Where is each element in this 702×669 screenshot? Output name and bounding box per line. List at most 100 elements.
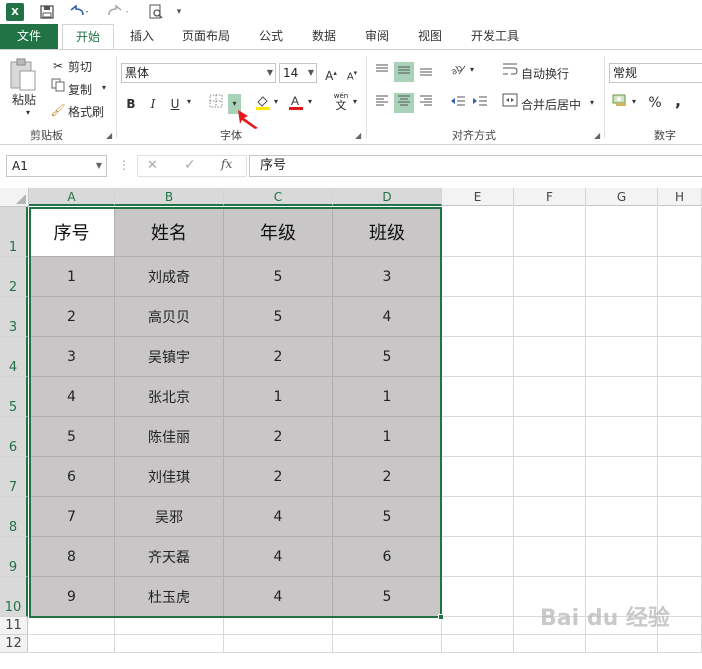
table-cell[interactable]: 2	[224, 417, 333, 457]
table-cell[interactable]: 4	[224, 497, 333, 537]
empty-cell[interactable]	[586, 457, 658, 497]
empty-cell[interactable]	[29, 617, 115, 635]
table-cell[interactable]: 6	[333, 537, 442, 577]
table-cell[interactable]: 2	[224, 457, 333, 497]
column-header-b[interactable]: B	[115, 188, 224, 206]
row-header-3[interactable]: 3	[0, 297, 28, 337]
empty-cell[interactable]	[224, 635, 333, 653]
empty-cell[interactable]	[586, 417, 658, 457]
empty-cell[interactable]	[514, 457, 586, 497]
table-cell[interactable]: 1	[333, 417, 442, 457]
empty-cell[interactable]	[115, 635, 224, 653]
empty-cell[interactable]	[333, 617, 442, 635]
table-cell[interactable]: 2	[224, 337, 333, 377]
empty-cell[interactable]	[442, 497, 514, 537]
column-header-g[interactable]: G	[586, 188, 658, 206]
empty-cell[interactable]	[658, 337, 702, 377]
empty-cell[interactable]	[442, 297, 514, 337]
empty-cell[interactable]	[658, 497, 702, 537]
empty-cell[interactable]	[442, 577, 514, 617]
fill-handle[interactable]	[438, 614, 444, 620]
row-header-6[interactable]: 6	[0, 417, 28, 457]
empty-cell[interactable]	[586, 635, 658, 653]
table-cell[interactable]: 5	[29, 417, 115, 457]
table-cell[interactable]: 5	[333, 577, 442, 617]
row-header-7[interactable]: 7	[0, 457, 28, 497]
empty-cell[interactable]	[514, 635, 586, 653]
table-cell[interactable]: 刘佳琪	[115, 457, 224, 497]
row-header-4[interactable]: 4	[0, 337, 28, 377]
empty-cell[interactable]	[442, 377, 514, 417]
table-cell[interactable]: 陈佳丽	[115, 417, 224, 457]
empty-cell[interactable]	[514, 297, 586, 337]
table-cell[interactable]: 3	[29, 337, 115, 377]
empty-cell[interactable]	[29, 635, 115, 653]
table-cell[interactable]: 吴镇宇	[115, 337, 224, 377]
table-cell[interactable]: 刘成奇	[115, 257, 224, 297]
table-cell[interactable]: 张北京	[115, 377, 224, 417]
table-cell[interactable]: 3	[333, 257, 442, 297]
header-cell[interactable]: 序号	[29, 207, 115, 257]
column-header-c[interactable]: C	[224, 188, 333, 206]
header-cell[interactable]: 班级	[333, 207, 442, 257]
empty-cell[interactable]	[658, 635, 702, 653]
row-header-1[interactable]: 1	[0, 207, 28, 257]
table-cell[interactable]: 4	[29, 377, 115, 417]
table-cell[interactable]: 5	[224, 257, 333, 297]
table-cell[interactable]: 2	[333, 457, 442, 497]
empty-cell[interactable]	[442, 537, 514, 577]
row-header-2[interactable]: 2	[0, 257, 28, 297]
empty-cell[interactable]	[586, 257, 658, 297]
empty-cell[interactable]	[658, 297, 702, 337]
empty-cell[interactable]	[658, 457, 702, 497]
empty-cell[interactable]	[658, 207, 702, 257]
empty-cell[interactable]	[333, 635, 442, 653]
empty-cell[interactable]	[658, 537, 702, 577]
header-cell[interactable]: 年级	[224, 207, 333, 257]
empty-cell[interactable]	[442, 207, 514, 257]
column-header-e[interactable]: E	[442, 188, 514, 206]
empty-cell[interactable]	[514, 337, 586, 377]
table-cell[interactable]: 4	[333, 297, 442, 337]
empty-cell[interactable]	[224, 617, 333, 635]
empty-cell[interactable]	[658, 417, 702, 457]
empty-cell[interactable]	[442, 617, 514, 635]
table-cell[interactable]: 4	[224, 537, 333, 577]
empty-cell[interactable]	[586, 297, 658, 337]
empty-cell[interactable]	[514, 377, 586, 417]
row-header-9[interactable]: 9	[0, 537, 28, 577]
empty-cell[interactable]	[442, 635, 514, 653]
column-header-f[interactable]: F	[514, 188, 586, 206]
row-header-10[interactable]: 10	[0, 577, 28, 617]
table-cell[interactable]: 5	[333, 337, 442, 377]
table-cell[interactable]: 9	[29, 577, 115, 617]
row-header-8[interactable]: 8	[0, 497, 28, 537]
column-header-h[interactable]: H	[658, 188, 702, 206]
table-cell[interactable]: 2	[29, 297, 115, 337]
table-cell[interactable]: 1	[333, 377, 442, 417]
empty-cell[interactable]	[658, 257, 702, 297]
column-header-a[interactable]: A	[29, 188, 115, 206]
empty-cell[interactable]	[586, 377, 658, 417]
table-cell[interactable]: 1	[224, 377, 333, 417]
table-cell[interactable]: 杜玉虎	[115, 577, 224, 617]
row-header-11[interactable]: 11	[0, 617, 28, 635]
empty-cell[interactable]	[442, 457, 514, 497]
table-cell[interactable]: 高贝贝	[115, 297, 224, 337]
table-cell[interactable]: 5	[333, 497, 442, 537]
header-cell[interactable]: 姓名	[115, 207, 224, 257]
table-cell[interactable]: 6	[29, 457, 115, 497]
table-cell[interactable]: 7	[29, 497, 115, 537]
table-cell[interactable]: 1	[29, 257, 115, 297]
empty-cell[interactable]	[514, 207, 586, 257]
row-header-5[interactable]: 5	[0, 377, 28, 417]
empty-cell[interactable]	[514, 417, 586, 457]
table-cell[interactable]: 4	[224, 577, 333, 617]
row-header-12[interactable]: 12	[0, 635, 28, 653]
table-cell[interactable]: 齐天磊	[115, 537, 224, 577]
empty-cell[interactable]	[115, 617, 224, 635]
empty-cell[interactable]	[586, 497, 658, 537]
empty-cell[interactable]	[586, 337, 658, 377]
empty-cell[interactable]	[442, 337, 514, 377]
column-header-d[interactable]: D	[333, 188, 442, 206]
